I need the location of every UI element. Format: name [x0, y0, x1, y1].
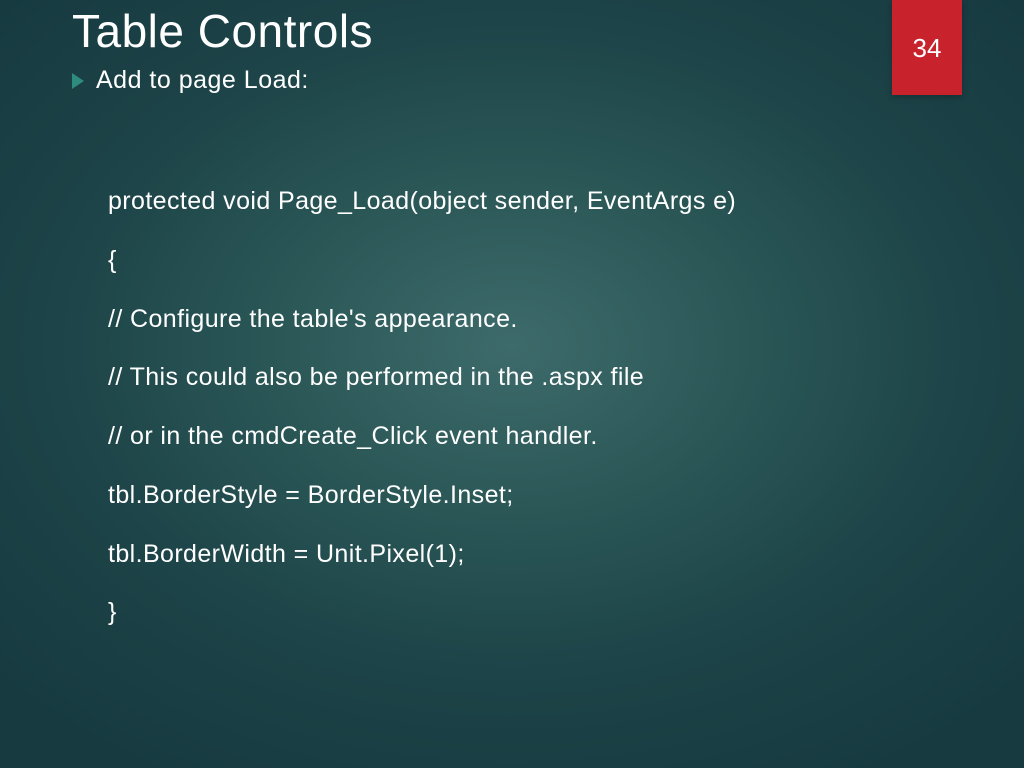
code-line: tbl.BorderStyle = BorderStyle.Inset; [108, 479, 964, 513]
slide-title: Table Controls [72, 4, 373, 58]
code-line: { [108, 244, 964, 278]
code-line: // This could also be performed in the .… [108, 361, 964, 395]
bullet-label: Add to page Load: [96, 66, 309, 95]
code-line: protected void Page_Load(object sender, … [108, 185, 964, 219]
code-block: protected void Page_Load(object sender, … [108, 185, 964, 655]
code-line: } [108, 596, 964, 630]
bullet-item: Add to page Load: [72, 66, 309, 95]
code-line: tbl.BorderWidth = Unit.Pixel(1); [108, 538, 964, 572]
code-line: // Configure the table's appearance. [108, 303, 964, 337]
page-number: 34 [913, 33, 942, 64]
code-line: // or in the cmdCreate_Click event handl… [108, 420, 964, 454]
slide: Table Controls 34 Add to page Load: prot… [0, 0, 1024, 768]
page-number-badge: 34 [892, 0, 962, 95]
triangle-right-icon [72, 73, 84, 89]
